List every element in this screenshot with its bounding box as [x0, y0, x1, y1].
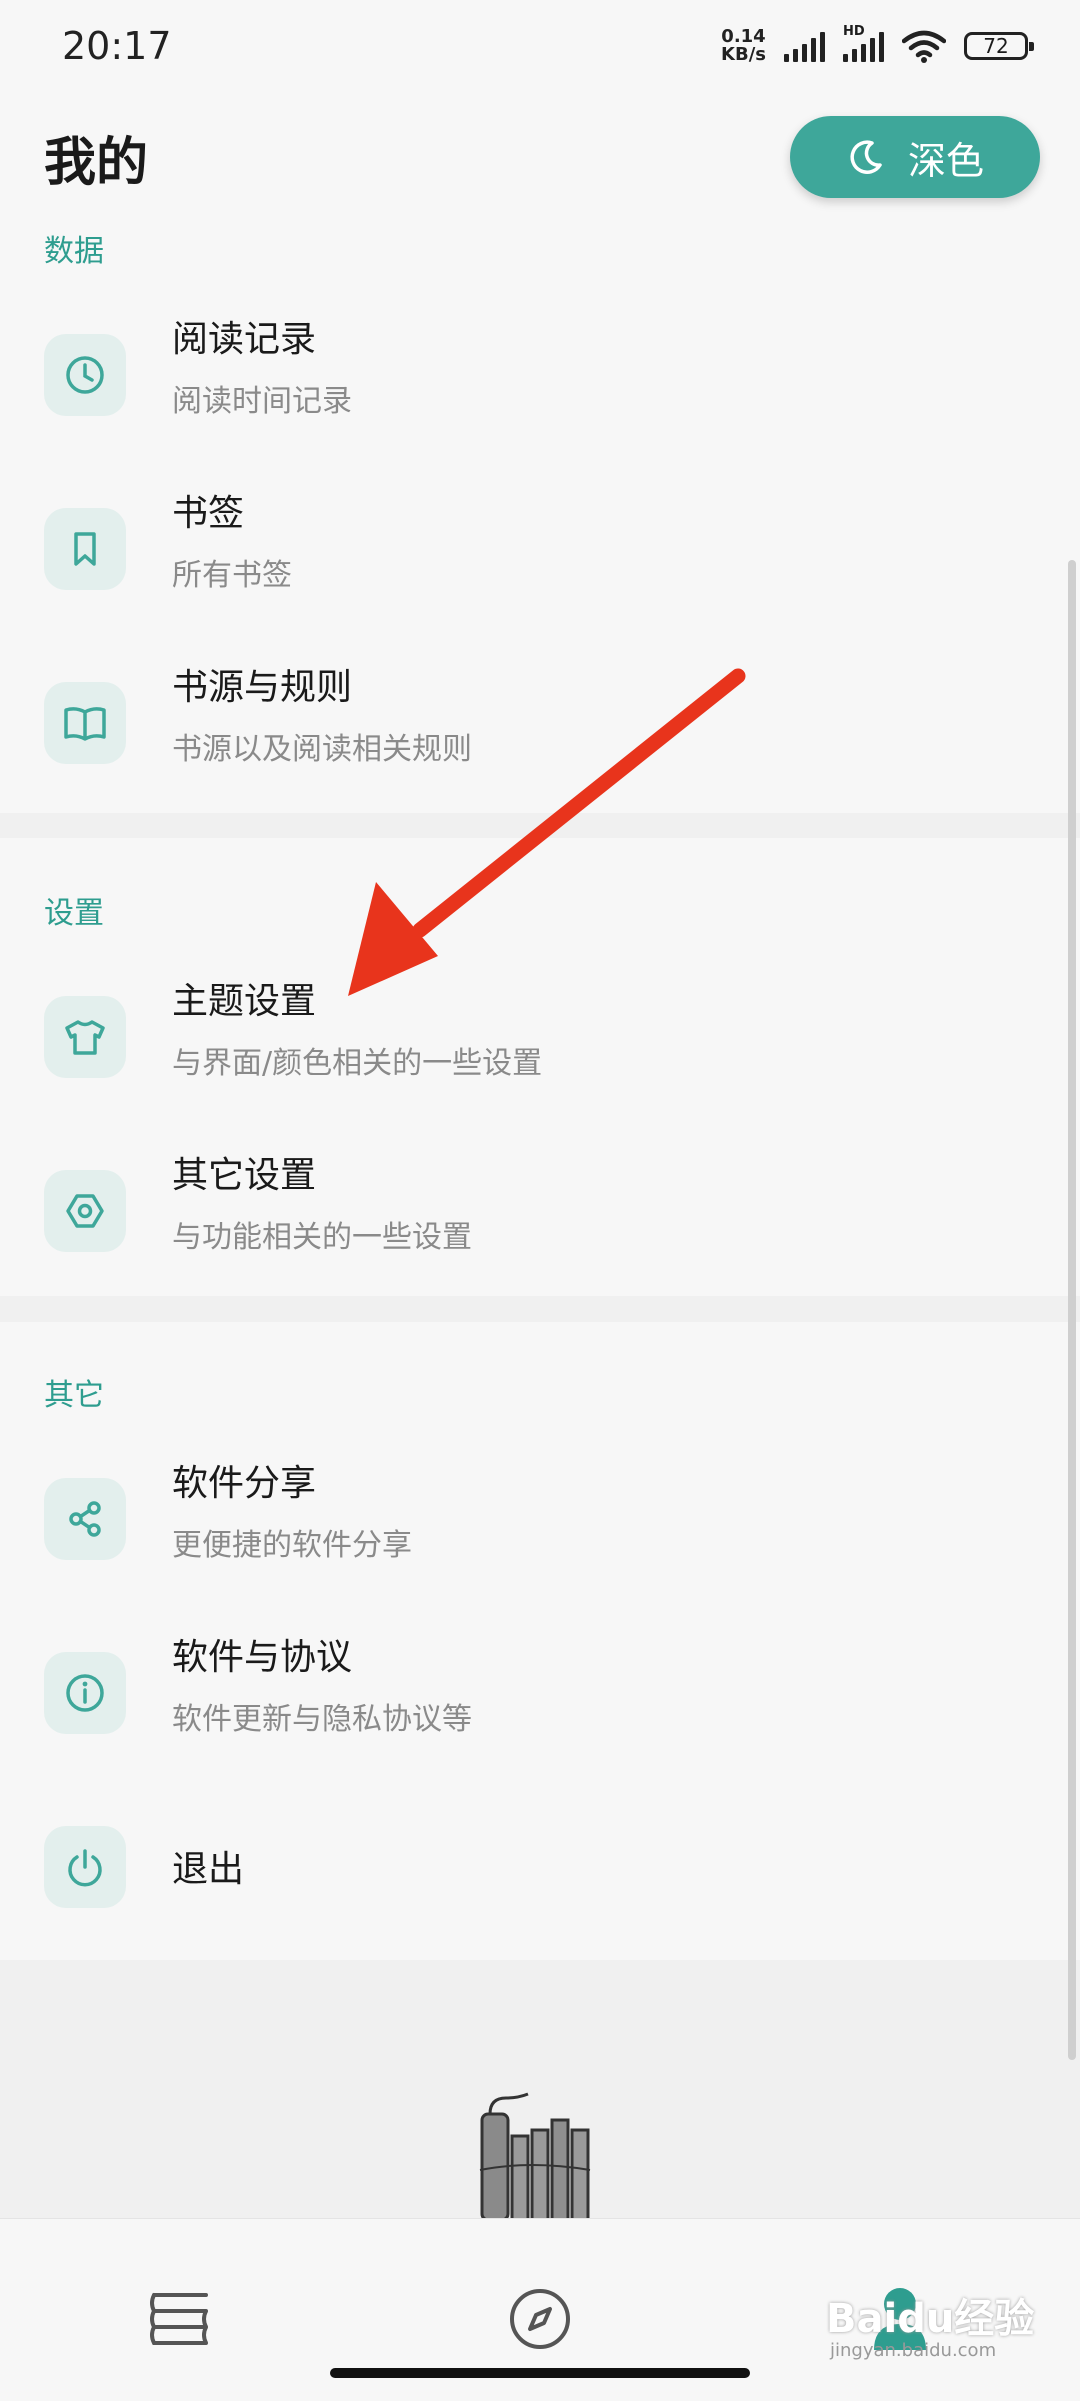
info-icon — [44, 1652, 126, 1734]
share-icon — [44, 1478, 126, 1560]
section-title-other: 其它 — [44, 1378, 104, 1413]
item-title: 阅读记录 — [172, 319, 317, 360]
list-item-share-app[interactable]: 软件分享 更便捷的软件分享 — [0, 1432, 1080, 1606]
scrollbar[interactable] — [1068, 560, 1076, 2060]
bookmark-icon — [44, 508, 126, 590]
item-title: 书签 — [172, 493, 245, 534]
item-title: 退出 — [172, 1849, 245, 1890]
item-title: 其它设置 — [172, 1155, 317, 1196]
item-subtitle: 书源以及阅读相关规则 — [172, 732, 472, 767]
section-settings: 设置 主题设置 与界面/颜色相关的一些设置 其它设置 与功能相关的一些设置 — [0, 838, 1080, 1296]
item-subtitle: 与界面/颜色相关的一些设置 — [172, 1046, 543, 1081]
status-icons: 0.14 KB/s HD 72 — [721, 24, 1034, 65]
power-icon — [44, 1826, 126, 1908]
section-title-data: 数据 — [44, 234, 104, 269]
book-open-icon — [44, 682, 126, 764]
list-item-book-sources[interactable]: 书源与规则 书源以及阅读相关规则 — [0, 636, 1080, 810]
clock-icon — [44, 334, 126, 416]
list-item-theme-settings[interactable]: 主题设置 与界面/颜色相关的一些设置 — [0, 950, 1080, 1124]
list-item-about-agreement[interactable]: 软件与协议 软件更新与隐私协议等 — [0, 1606, 1080, 1780]
item-subtitle: 软件更新与隐私协议等 — [172, 1702, 472, 1737]
section-title-settings: 设置 — [44, 896, 104, 931]
tshirt-icon — [44, 996, 126, 1078]
list-item-exit[interactable]: 退出 — [0, 1780, 1080, 1954]
item-subtitle: 更便捷的软件分享 — [172, 1528, 412, 1563]
list-item-bookmarks[interactable]: 书签 所有书签 — [0, 462, 1080, 636]
item-title: 软件与协议 — [172, 1637, 353, 1678]
item-subtitle: 阅读时间记录 — [172, 384, 352, 419]
list-item-reading-history[interactable]: 阅读记录 阅读时间记录 — [0, 288, 1080, 462]
hexagon-settings-icon — [44, 1170, 126, 1252]
header: 我的 深色 — [0, 100, 1080, 220]
watermark-url: jingyan.baidu.com — [830, 2340, 997, 2361]
nav-discover[interactable] — [480, 2259, 600, 2379]
books-illustration — [479, 2092, 591, 2220]
page-title: 我的 — [44, 133, 149, 193]
list-item-other-settings[interactable]: 其它设置 与功能相关的一些设置 — [0, 1124, 1080, 1298]
section-other: 其它 软件分享 更便捷的软件分享 软件与协议 软件更新与隐私协议等 退出 — [0, 1322, 1080, 1960]
section-data: 数据 阅读记录 阅读时间记录 书签 所有书签 书源与规则 书源以及阅读相关规则 — [0, 220, 1080, 813]
moon-icon — [850, 140, 882, 174]
item-title: 主题设置 — [172, 981, 317, 1022]
bookshelf-icon — [150, 2293, 208, 2345]
compass-icon — [510, 2289, 570, 2349]
item-title: 软件分享 — [172, 1463, 317, 1504]
signal-icon — [784, 30, 825, 62]
signal-hd-icon: HD — [843, 24, 884, 62]
item-title: 书源与规则 — [172, 667, 353, 708]
battery-icon: 72 — [964, 32, 1034, 60]
watermark: Baidu经验 — [826, 2296, 1035, 2342]
net-speed: 0.14 KB/s — [721, 26, 766, 65]
home-indicator[interactable] — [330, 2368, 750, 2378]
status-bar: 20:17 0.14 KB/s HD 72 — [0, 0, 1080, 100]
status-time: 20:17 — [62, 24, 172, 68]
wifi-icon — [902, 30, 946, 63]
nav-bookshelf[interactable] — [120, 2259, 240, 2379]
dark-mode-button[interactable]: 深色 — [790, 116, 1040, 198]
item-subtitle: 所有书签 — [172, 558, 292, 593]
dark-mode-label: 深色 — [907, 138, 984, 183]
item-subtitle: 与功能相关的一些设置 — [172, 1220, 472, 1255]
